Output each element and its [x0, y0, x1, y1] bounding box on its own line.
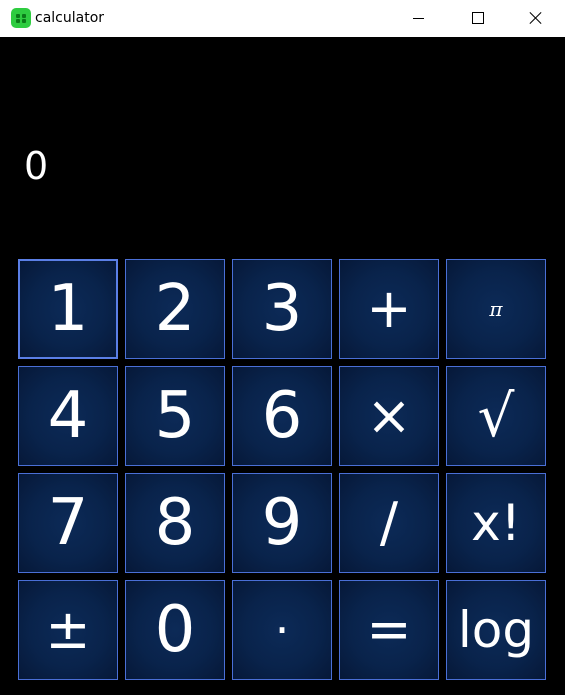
key-0[interactable]: 0: [125, 580, 225, 680]
key-sqrt[interactable]: √: [446, 366, 546, 466]
key-9[interactable]: 9: [232, 473, 332, 573]
calculator-app-icon: [11, 8, 31, 28]
key-1[interactable]: 1: [18, 259, 118, 359]
key-pi[interactable]: π: [446, 259, 546, 359]
keypad: 1 2 3 + π 4 5 6 × √ 7 8 9 / x! ± 0 · = l…: [18, 259, 550, 683]
key-log[interactable]: log: [446, 580, 546, 680]
close-icon: [529, 11, 542, 24]
display-value: 0: [24, 144, 49, 188]
key-equals[interactable]: =: [339, 580, 439, 680]
title-bar[interactable]: calculator: [0, 0, 565, 37]
key-factorial[interactable]: x!: [446, 473, 546, 573]
key-3[interactable]: 3: [232, 259, 332, 359]
minimize-button[interactable]: [390, 0, 448, 37]
key-4[interactable]: 4: [18, 366, 118, 466]
key-6[interactable]: 6: [232, 366, 332, 466]
calculator-window: calculator 0 1 2 3 + π 4 5 6 × √ 7 8 9 /…: [0, 0, 565, 695]
maximize-icon: [472, 12, 484, 24]
key-8[interactable]: 8: [125, 473, 225, 573]
key-decimal[interactable]: ·: [232, 580, 332, 680]
maximize-button[interactable]: [448, 0, 506, 37]
key-divide[interactable]: /: [339, 473, 439, 573]
key-5[interactable]: 5: [125, 366, 225, 466]
key-add[interactable]: +: [339, 259, 439, 359]
key-2[interactable]: 2: [125, 259, 225, 359]
key-7[interactable]: 7: [18, 473, 118, 573]
window-title: calculator: [35, 10, 105, 26]
close-button[interactable]: [507, 0, 565, 37]
key-negate[interactable]: ±: [18, 580, 118, 680]
display-panel: 0: [0, 37, 565, 257]
minimize-icon: [413, 18, 424, 19]
key-multiply[interactable]: ×: [339, 366, 439, 466]
